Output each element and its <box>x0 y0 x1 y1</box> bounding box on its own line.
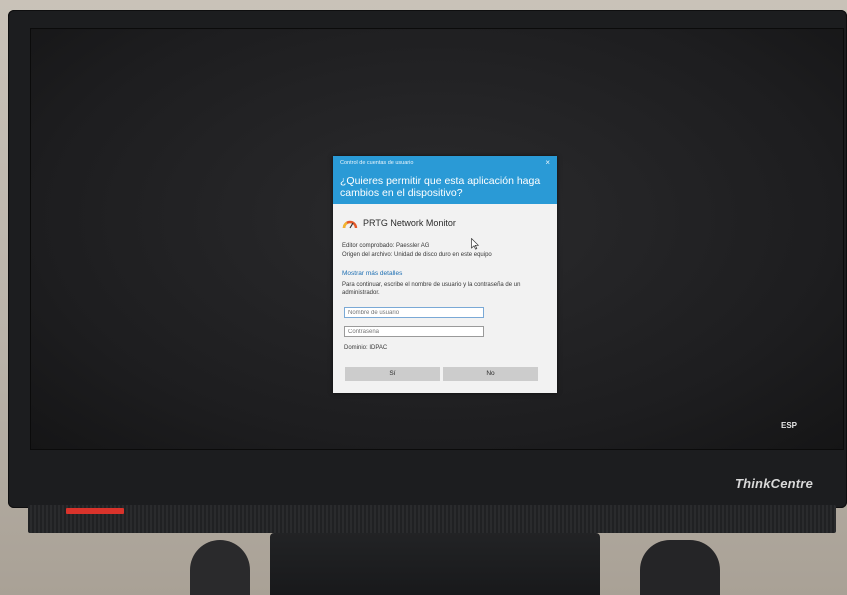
username-input[interactable] <box>344 307 484 318</box>
instructions-text: Para continuar, escribe el nombre de usu… <box>342 282 521 296</box>
no-button[interactable]: No <box>443 367 538 381</box>
cable-left <box>190 540 250 595</box>
uac-question: ¿Quieres permitir que esta aplicación ha… <box>340 175 541 199</box>
language-indicator[interactable]: ESP <box>781 421 797 430</box>
domain-text: Dominio: IDPAC <box>344 345 388 351</box>
power-indicator <box>66 508 124 514</box>
monitor-stand <box>270 533 600 595</box>
monitor-brand-logo: ThinkCentre <box>734 476 813 491</box>
uac-dialog: Control de cuentas de usuario × ¿Quieres… <box>333 156 557 393</box>
speaker-grille <box>28 505 836 533</box>
show-details-link[interactable]: Mostrar más detalles <box>342 270 402 277</box>
publisher-text: Editor comprobado: Paessler AG <box>342 243 430 249</box>
cable-right <box>640 540 720 595</box>
gauge-icon <box>342 220 358 229</box>
close-icon[interactable]: × <box>545 158 550 167</box>
app-name: PRTG Network Monitor <box>363 218 456 228</box>
uac-caption: Control de cuentas de usuario <box>340 160 414 166</box>
mouse-cursor-icon <box>471 238 479 250</box>
uac-header: Control de cuentas de usuario × ¿Quieres… <box>333 156 557 204</box>
yes-button[interactable]: Sí <box>345 367 440 381</box>
origin-text: Origen del archivo: Unidad de disco duro… <box>342 252 492 258</box>
password-input[interactable] <box>344 326 484 337</box>
